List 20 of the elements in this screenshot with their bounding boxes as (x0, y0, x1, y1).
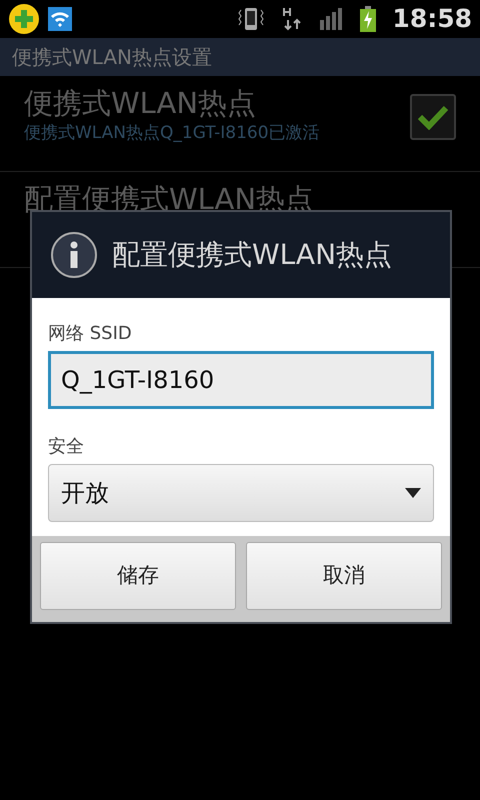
setting-title: 便携式WLAN热点 (24, 86, 258, 121)
battery-charging-icon (360, 6, 376, 32)
checkbox[interactable] (410, 94, 456, 140)
setting-summary: 便携式WLAN热点Q_1GT-I8160已激活 (24, 122, 321, 145)
field-label: 网络 SSID (48, 322, 133, 346)
dropdown-arrow-icon (405, 488, 421, 498)
wifi-icon[interactable] (48, 7, 72, 31)
signal-icon (320, 8, 344, 30)
security-dropdown[interactable]: 开放 (48, 464, 434, 522)
vibrate-icon (236, 7, 266, 31)
screen-title: 便携式WLAN热点设置 (12, 44, 212, 71)
info-icon (50, 231, 98, 279)
checkmark-icon (417, 104, 449, 130)
dialog-title: 配置便携式WLAN热点 (112, 237, 392, 273)
app-icon[interactable] (8, 3, 40, 35)
save-button[interactable]: 储存 (40, 542, 236, 610)
clock-time: 18:58 (392, 3, 472, 36)
cancel-button[interactable]: 取消 (246, 542, 442, 610)
ssid-field[interactable]: Q_1GT-I8160 (48, 351, 434, 409)
field-label: 安全 (48, 435, 85, 459)
